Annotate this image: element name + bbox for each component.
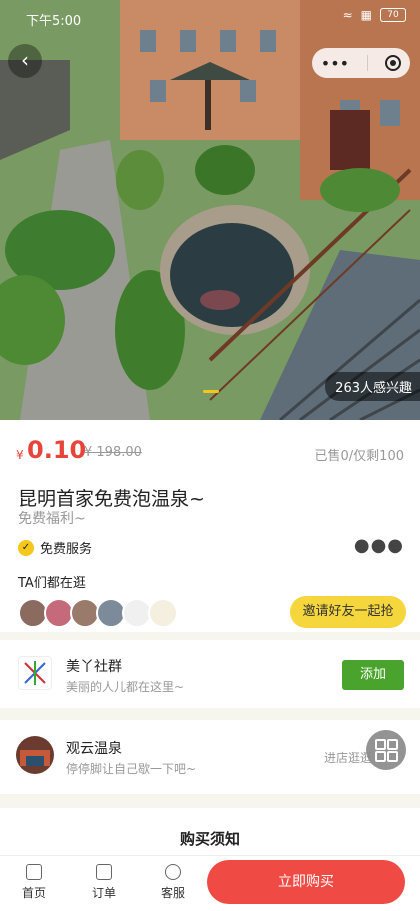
carousel-indicator — [203, 390, 219, 393]
mini-program-capsule[interactable]: ••• — [312, 48, 410, 78]
stock-status: 已售0/仅剩100 — [314, 449, 404, 464]
product-subtitle: 免费福利~ — [18, 511, 86, 527]
tab-orders-label: 订单 — [91, 886, 116, 900]
interest-count-badge: 263人感兴趣 — [325, 372, 420, 401]
group-name: 美丫社群 — [66, 659, 122, 675]
service-label: 免费服务 — [40, 542, 93, 557]
avatar — [148, 598, 178, 628]
product-title: 昆明首家免费泡温泉~ — [18, 488, 205, 510]
close-target-icon[interactable] — [385, 55, 402, 71]
tab-home-label: 首页 — [21, 886, 46, 900]
grid-icon — [387, 751, 398, 762]
shop-avatar — [16, 736, 54, 774]
capsule-divider — [366, 55, 368, 71]
enter-shop-link[interactable]: 进店逛逛 — [324, 749, 372, 766]
signal-icon: ▦ — [360, 8, 372, 22]
status-icons: ≈ ▦ 70 — [343, 8, 406, 22]
tab-service-label: 客服 — [160, 886, 185, 900]
community-group-row[interactable]: 美丫社群 美丽的人儿都在这里~ 添加 — [0, 640, 420, 708]
browsing-users-avatars — [18, 598, 178, 628]
grid-icon — [375, 751, 386, 762]
currency-symbol: ¥ — [16, 448, 24, 462]
shop-name: 观云温泉 — [66, 741, 122, 757]
purchase-notice-section: 购买须知 — [0, 808, 420, 858]
back-button[interactable]: ‹ — [8, 44, 42, 78]
shop-row[interactable]: 观云温泉 停停脚让自己歇一下吧~ 进店逛逛 — [0, 720, 420, 794]
tab-home[interactable]: 首页 — [12, 864, 56, 901]
sale-price: 0.10 — [27, 436, 87, 464]
check-icon: ✓ — [18, 539, 34, 556]
group-description: 美丽的人儿都在这里~ — [66, 680, 185, 694]
more-options-icon[interactable]: ●●● — [354, 535, 404, 556]
status-time: 下午5:00 — [26, 14, 82, 29]
group-logo — [18, 656, 52, 690]
service-tag: ✓ 免费服务 — [18, 538, 92, 557]
section-divider — [0, 794, 420, 808]
grid-icon — [387, 739, 398, 750]
shop-avatar-graphic — [16, 736, 54, 774]
browsing-users-title: TA们都在逛 — [18, 576, 86, 591]
section-divider — [0, 708, 420, 720]
price-row: ¥ 0.10 ¥ 198.00 已售0/仅剩100 — [0, 420, 420, 478]
home-icon — [26, 864, 42, 880]
original-price: ¥ 198.00 — [84, 445, 142, 460]
group-logo-graphic — [24, 661, 46, 685]
invite-friends-button[interactable]: 邀请好友一起抢 — [290, 596, 406, 628]
shop-description: 停停脚让自己歇一下吧~ — [66, 762, 197, 776]
orders-icon — [96, 864, 112, 880]
chevron-left-icon: ‹ — [21, 48, 29, 72]
wifi-icon: ≈ — [342, 8, 353, 22]
customer-service-icon — [165, 864, 181, 880]
grid-icon — [375, 739, 386, 750]
buy-now-button[interactable]: 立即购买 — [207, 860, 405, 904]
tab-orders[interactable]: 订单 — [82, 864, 126, 901]
add-group-button[interactable]: 添加 — [342, 660, 404, 690]
purchase-notice-title: 购买须知 — [179, 830, 240, 848]
more-dots-icon[interactable]: ••• — [321, 54, 349, 73]
grid-menu-button[interactable] — [366, 730, 406, 770]
status-bar: 下午5:00 ≈ ▦ 70 — [0, 0, 420, 34]
tab-service[interactable]: 客服 — [151, 864, 195, 901]
battery-icon: 70 — [380, 8, 406, 22]
